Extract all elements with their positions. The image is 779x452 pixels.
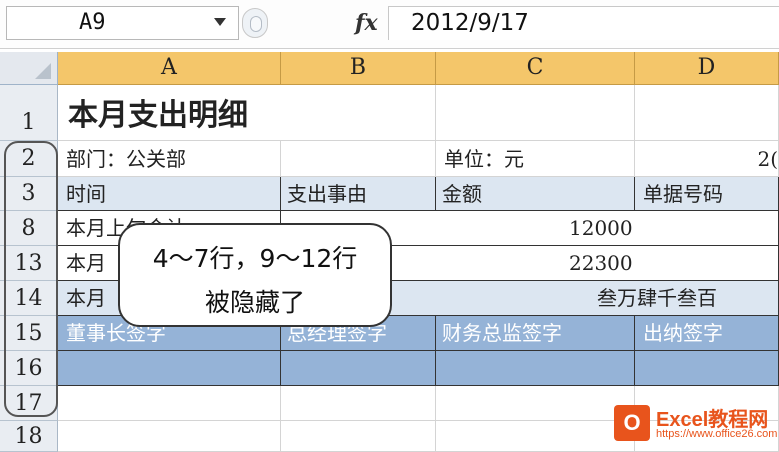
- callout-line-1: 4～7行，9～12行: [152, 244, 358, 273]
- row-header-16[interactable]: 16: [0, 351, 58, 386]
- cell-d16[interactable]: [635, 351, 779, 386]
- cell-b17[interactable]: [281, 386, 436, 421]
- cell-a2[interactable]: 部门：公关部: [58, 141, 281, 177]
- annotation-callout: 4～7行，9～12行 被隐藏了: [118, 223, 392, 327]
- select-all-icon: [35, 63, 51, 79]
- cell-d1[interactable]: [635, 85, 779, 141]
- cell-c1[interactable]: [436, 85, 635, 141]
- cell-c15[interactable]: 财务总监签字: [436, 316, 635, 351]
- row-header-13[interactable]: 13: [0, 246, 58, 281]
- cell-d3[interactable]: 单据号码: [635, 177, 779, 211]
- cell-a1[interactable]: 本月支出明细: [58, 85, 281, 141]
- spreadsheet-window: A9 fx 2012/9/17 A B C D 1 2 3 8 13 14 15…: [0, 0, 779, 452]
- column-header-c[interactable]: C: [436, 52, 635, 85]
- cell-c18[interactable]: [436, 421, 635, 452]
- name-box[interactable]: A9: [6, 6, 239, 40]
- office-logo-icon: O: [614, 405, 650, 441]
- row-header-15[interactable]: 15: [0, 316, 58, 351]
- resize-grip-icon[interactable]: [242, 8, 268, 38]
- row-header-1[interactable]: 1: [0, 85, 58, 141]
- cell-c16[interactable]: [436, 351, 635, 386]
- chevron-down-icon[interactable]: [214, 18, 226, 26]
- row-header-17[interactable]: 17: [0, 386, 58, 421]
- formula-value: 2012/9/17: [411, 10, 529, 36]
- row-header-14[interactable]: 14: [0, 281, 58, 316]
- select-all-corner[interactable]: [0, 52, 58, 85]
- row-header-2[interactable]: 2: [0, 141, 58, 177]
- column-header-a[interactable]: A: [58, 52, 281, 85]
- formula-input[interactable]: 2012/9/17: [388, 6, 779, 40]
- watermark-url: https://www.office26.com: [656, 428, 778, 440]
- cell-c17[interactable]: [436, 386, 635, 421]
- cell-a3[interactable]: 时间: [58, 177, 281, 211]
- cell-a16[interactable]: [58, 351, 281, 386]
- grip-dot: [250, 16, 262, 32]
- insert-function[interactable]: fx: [270, 6, 388, 40]
- callout-line-2: 被隐藏了: [204, 288, 305, 317]
- cell-d2[interactable]: 2(: [635, 141, 779, 177]
- cell-c2[interactable]: 单位：元: [436, 141, 635, 177]
- cell-b18[interactable]: [281, 421, 436, 452]
- row-header-18[interactable]: 18: [0, 421, 58, 452]
- formula-bar: A9 fx 2012/9/17: [0, 0, 779, 49]
- cell-a17[interactable]: [58, 386, 281, 421]
- cell-b2[interactable]: [281, 141, 436, 177]
- column-header-b[interactable]: B: [281, 52, 436, 85]
- cell-b3[interactable]: 支出事由: [281, 177, 436, 211]
- cell-b16[interactable]: [281, 351, 436, 386]
- cell-b1[interactable]: [281, 85, 436, 141]
- row-header-3[interactable]: 3: [0, 177, 58, 211]
- site-watermark: O Excel教程网 https://www.office26.com: [612, 401, 778, 447]
- column-header-d[interactable]: D: [635, 52, 779, 85]
- cell-c3[interactable]: 金额: [436, 177, 635, 211]
- cell-reference: A9: [79, 10, 106, 35]
- cell-d15[interactable]: 出纳签字: [635, 316, 779, 351]
- row-header-8[interactable]: 8: [0, 211, 58, 246]
- cell-a18[interactable]: [58, 421, 281, 452]
- fx-icon[interactable]: fx: [355, 6, 378, 40]
